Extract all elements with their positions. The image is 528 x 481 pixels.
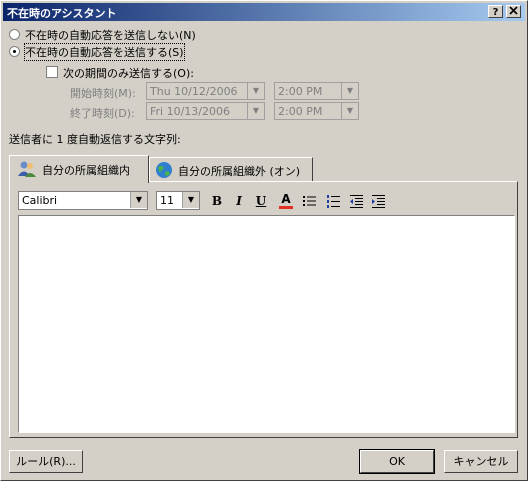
end-time-value: 2:00 PM: [278, 105, 323, 118]
close-button[interactable]: [506, 5, 521, 18]
tab-outside-label: 自分の所属組織外 (オン): [178, 165, 301, 178]
chevron-down-icon: ▼: [247, 83, 264, 99]
decrease-indent-icon[interactable]: [349, 193, 365, 209]
start-date-value: Thu 10/12/2006: [150, 85, 238, 98]
font-size-select[interactable]: 11 ▼: [156, 191, 200, 210]
end-date-combo[interactable]: Fri 10/13/2006 ▼: [146, 102, 265, 120]
chevron-down-icon: ▼: [182, 192, 199, 208]
font-name-select[interactable]: Calibri ▼: [18, 191, 148, 210]
bold-button[interactable]: B: [208, 192, 226, 210]
auto-reply-text-label: 送信者に 1 度自動返信する文字列:: [9, 133, 181, 146]
chevron-down-icon: ▼: [130, 192, 147, 208]
font-color-button[interactable]: A: [277, 192, 295, 210]
send-reply-label: 不在時の自動応答を送信する(S): [24, 43, 185, 61]
rules-button[interactable]: ルール(R)...: [9, 450, 83, 473]
font-color-letter: A: [281, 192, 291, 206]
tab-inside-organization[interactable]: 自分の所属組織内: [9, 155, 149, 183]
italic-button[interactable]: I: [230, 192, 248, 210]
font-color-bar: [279, 206, 293, 209]
ok-button[interactable]: OK: [359, 449, 435, 474]
no-reply-label: 不在時の自動応答を送信しない(N): [25, 29, 196, 42]
globe-icon: [156, 162, 172, 178]
no-reply-radio[interactable]: [9, 29, 20, 40]
title-bar: 不在時のアシスタント ?: [3, 3, 525, 21]
underline-button[interactable]: U: [252, 192, 270, 210]
bullet-list-icon[interactable]: [302, 193, 318, 209]
tab-inside-label: 自分の所属組織内: [42, 164, 130, 177]
start-time-label: 開始時刻(M):: [70, 87, 136, 100]
cancel-button[interactable]: キャンセル: [444, 450, 518, 473]
end-date-value: Fri 10/13/2006: [150, 105, 231, 118]
font-name-value: Calibri: [22, 194, 58, 207]
time-range-checkbox[interactable]: [46, 66, 58, 78]
start-time-combo[interactable]: 2:00 PM ▼: [274, 82, 359, 100]
time-range-label: 次の期間のみ送信する(O):: [63, 67, 194, 80]
send-reply-radio[interactable]: [9, 46, 20, 57]
window-title: 不在時のアシスタント: [7, 7, 117, 20]
end-time-label: 終了時刻(D):: [70, 107, 135, 120]
end-time-combo[interactable]: 2:00 PM ▼: [274, 102, 359, 120]
reply-message-editor[interactable]: [18, 215, 515, 433]
tab-outside-organization[interactable]: 自分の所属組織外 (オン): [149, 157, 313, 181]
close-icon: [509, 6, 518, 15]
numbered-list-icon[interactable]: [326, 193, 342, 209]
start-date-combo[interactable]: Thu 10/12/2006 ▼: [146, 82, 265, 100]
increase-indent-icon[interactable]: [371, 193, 387, 209]
chevron-down-icon: ▼: [247, 103, 264, 119]
start-time-value: 2:00 PM: [278, 85, 323, 98]
people-icon: [18, 161, 36, 177]
help-button[interactable]: ?: [488, 5, 503, 18]
chevron-down-icon: ▼: [341, 83, 358, 99]
chevron-down-icon: ▼: [341, 103, 358, 119]
font-size-value: 11: [160, 194, 174, 207]
